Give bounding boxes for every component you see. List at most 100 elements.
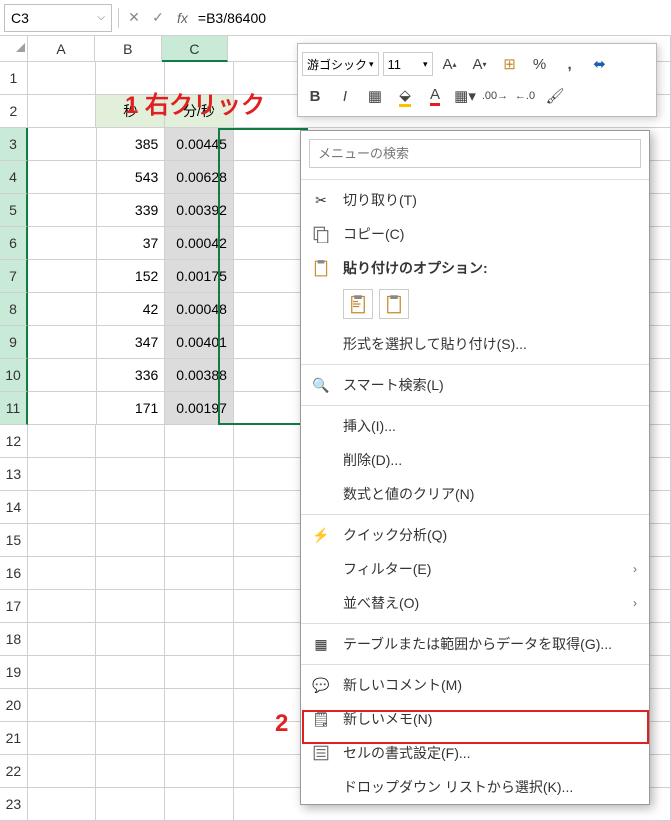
- cell[interactable]: [96, 689, 165, 722]
- menu-smart-lookup[interactable]: 🔍 スマート検索(L): [301, 368, 649, 402]
- menu-format-cells[interactable]: セルの書式設定(F)...: [301, 736, 649, 770]
- cell[interactable]: [28, 590, 97, 623]
- cell[interactable]: [28, 689, 97, 722]
- cell[interactable]: [96, 623, 165, 656]
- cell[interactable]: [28, 425, 97, 458]
- cell[interactable]: [28, 524, 97, 557]
- cell[interactable]: [96, 425, 165, 458]
- cell[interactable]: 37: [97, 227, 166, 260]
- cell[interactable]: 0.00445: [165, 128, 234, 161]
- cell[interactable]: [28, 557, 97, 590]
- col-header-b[interactable]: B: [95, 36, 162, 62]
- cell[interactable]: 0.00175: [165, 260, 234, 293]
- row-header[interactable]: 4: [0, 161, 28, 194]
- row-header[interactable]: 3: [0, 128, 28, 161]
- decrease-decimal-icon[interactable]: ←.0: [512, 83, 538, 109]
- select-all-corner[interactable]: [0, 36, 28, 62]
- cell[interactable]: [28, 95, 97, 128]
- cell[interactable]: [28, 623, 97, 656]
- row-header[interactable]: 9: [0, 326, 28, 359]
- cell[interactable]: 171: [97, 392, 166, 425]
- menu-quick-analysis[interactable]: ⚡ クイック分析(Q): [301, 518, 649, 552]
- cell[interactable]: [165, 557, 234, 590]
- row-header[interactable]: 21: [0, 722, 28, 755]
- cell[interactable]: 336: [97, 359, 166, 392]
- row-header[interactable]: 16: [0, 557, 28, 590]
- row-header[interactable]: 22: [0, 755, 28, 788]
- decrease-font-icon[interactable]: A▾: [467, 51, 493, 77]
- cell[interactable]: [165, 623, 234, 656]
- cell[interactable]: [28, 161, 97, 194]
- cell[interactable]: [28, 62, 97, 95]
- cell[interactable]: [28, 755, 97, 788]
- row-header[interactable]: 8: [0, 293, 28, 326]
- cell[interactable]: [96, 524, 165, 557]
- comma-icon[interactable]: ,: [557, 51, 583, 77]
- col-header-c[interactable]: C: [162, 36, 229, 62]
- cell[interactable]: [165, 491, 234, 524]
- cell[interactable]: 0.00042: [165, 227, 234, 260]
- cell[interactable]: [96, 557, 165, 590]
- font-selector[interactable]: 游ゴシック▾: [302, 52, 379, 76]
- menu-search-input[interactable]: [309, 139, 641, 168]
- cell[interactable]: [28, 227, 97, 260]
- cell[interactable]: [28, 326, 97, 359]
- menu-get-data[interactable]: ▦ テーブルまたは範囲からデータを取得(G)...: [301, 627, 649, 661]
- cell[interactable]: [165, 689, 234, 722]
- borders-dropdown-icon[interactable]: ▦▾: [452, 83, 478, 109]
- cell[interactable]: [96, 590, 165, 623]
- cell[interactable]: 0.00401: [165, 326, 234, 359]
- menu-cut[interactable]: ✂ 切り取り(T): [301, 183, 649, 217]
- cell[interactable]: [96, 722, 165, 755]
- cell[interactable]: [96, 491, 165, 524]
- row-header[interactable]: 19: [0, 656, 28, 689]
- cell[interactable]: [28, 491, 97, 524]
- cell[interactable]: 0.00392: [165, 194, 234, 227]
- italic-icon[interactable]: I: [332, 83, 358, 109]
- cell[interactable]: [28, 359, 97, 392]
- cell[interactable]: 0.00388: [165, 359, 234, 392]
- cell[interactable]: [96, 788, 165, 821]
- menu-clear[interactable]: 数式と値のクリア(N): [301, 477, 649, 511]
- cell[interactable]: 385: [97, 128, 166, 161]
- cell[interactable]: [96, 458, 165, 491]
- menu-filter[interactable]: フィルター(E) ›: [301, 552, 649, 586]
- row-header[interactable]: 5: [0, 194, 28, 227]
- row-header[interactable]: 10: [0, 359, 28, 392]
- percent-icon[interactable]: %: [527, 51, 553, 77]
- cell[interactable]: [28, 458, 97, 491]
- merge-icon[interactable]: ⬌: [587, 51, 613, 77]
- cell[interactable]: 0.00197: [165, 392, 234, 425]
- menu-copy[interactable]: コピー(C): [301, 217, 649, 251]
- cell[interactable]: 347: [97, 326, 166, 359]
- cell[interactable]: 339: [97, 194, 166, 227]
- paste-option-default[interactable]: [343, 289, 373, 319]
- cell[interactable]: 42: [97, 293, 166, 326]
- menu-new-note[interactable]: 🗒 新しいメモ(N): [301, 702, 649, 736]
- menu-new-comment[interactable]: 💬 新しいコメント(M): [301, 668, 649, 702]
- cell[interactable]: [28, 260, 97, 293]
- cell[interactable]: [28, 194, 97, 227]
- cell[interactable]: [165, 524, 234, 557]
- cell[interactable]: 0.00628: [165, 161, 234, 194]
- cell[interactable]: [165, 458, 234, 491]
- menu-paste-special[interactable]: 形式を選択して貼り付け(S)...: [301, 327, 649, 361]
- menu-delete[interactable]: 削除(D)...: [301, 443, 649, 477]
- cell[interactable]: [165, 755, 234, 788]
- row-header[interactable]: 20: [0, 689, 28, 722]
- cell[interactable]: [165, 722, 234, 755]
- row-header[interactable]: 12: [0, 425, 28, 458]
- cell[interactable]: [165, 425, 234, 458]
- col-header-a[interactable]: A: [28, 36, 95, 62]
- name-box[interactable]: C3 ⌵: [4, 4, 112, 32]
- cell[interactable]: 152: [97, 260, 166, 293]
- font-size-selector[interactable]: 11▾: [383, 52, 433, 76]
- font-color-icon[interactable]: A: [422, 83, 448, 109]
- cell[interactable]: [165, 590, 234, 623]
- cell[interactable]: [28, 788, 97, 821]
- bold-icon[interactable]: B: [302, 83, 328, 109]
- cell[interactable]: [28, 656, 97, 689]
- row-header[interactable]: 23: [0, 788, 28, 821]
- formula-bar[interactable]: [192, 10, 667, 26]
- cell[interactable]: [96, 755, 165, 788]
